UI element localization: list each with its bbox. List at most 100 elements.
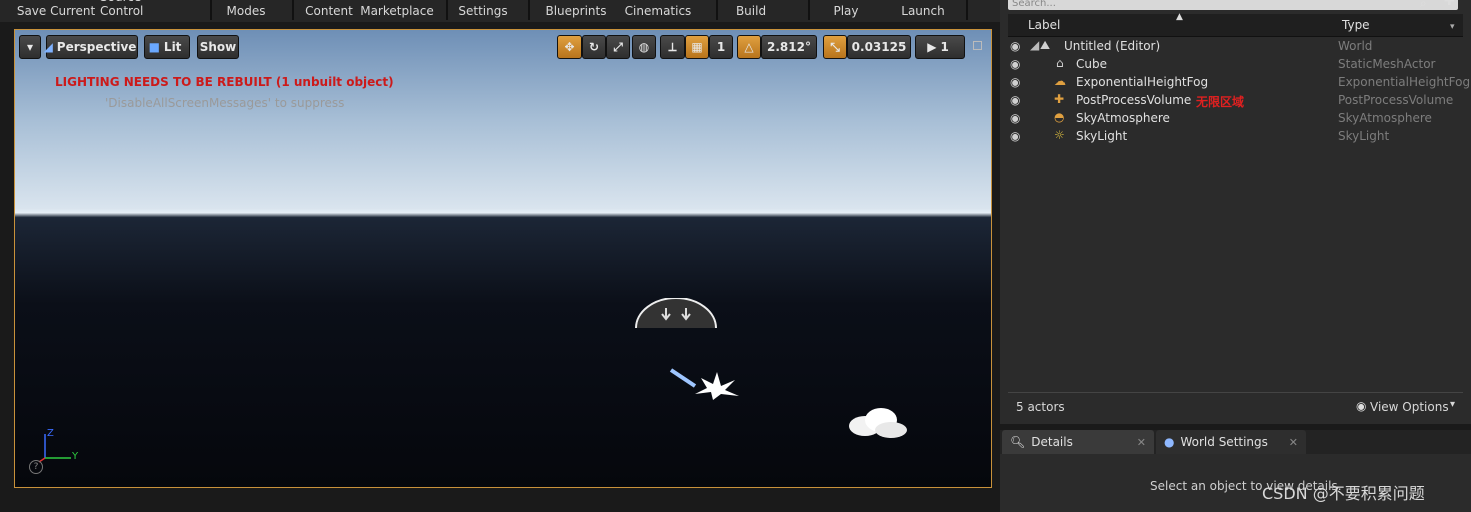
rotation-snap-value[interactable]: 2.812° [761,35,817,59]
globe-icon: ● [1164,435,1175,449]
scale-snap-value[interactable]: 0.03125 [847,35,911,59]
actor-label: PostProcessVolume [1076,93,1192,107]
maximize-viewport-icon[interactable] [973,41,982,50]
outliner-row[interactable]: ◉ ◓ SkyAtmosphere SkyAtmosphere [1008,109,1463,127]
help-icon[interactable]: ? [29,460,43,474]
content-button[interactable]: Content [300,0,358,20]
eye-icon[interactable]: ◉ [1010,129,1020,143]
postprocess-icon: ✚ [1054,92,1065,106]
outliner-row[interactable]: ◉ ✚ PostProcessVolume 无限区域 PostProcessVo… [1008,91,1463,109]
chevron-down-icon: ▾ [26,40,34,54]
rotate-icon: ↻ [588,40,600,54]
actor-type: World [1338,39,1373,53]
toolbar-separator [716,0,718,20]
grid-snap-value[interactable]: 1 [709,35,733,59]
play-button[interactable]: Play [820,0,872,20]
eye-icon[interactable]: ◉ [1010,93,1020,107]
actor-label: Cube [1076,57,1107,71]
axis-y-label: Y [72,451,79,462]
camera-speed-button[interactable]: ▶ 1 [915,35,965,59]
launch-button[interactable]: Launch [892,0,954,20]
rotate-mode-button[interactable]: ↻ [582,35,606,59]
skyatmosphere-sprite-icon[interactable] [633,298,719,330]
outliner-row[interactable]: ◉ ☁ ExponentialHeightFog ExponentialHeig… [1008,73,1470,91]
grid-snap-toggle[interactable]: ▦ [685,35,709,59]
close-icon[interactable]: ✕ [1289,436,1298,449]
actor-type: SkyLight [1338,129,1390,143]
outliner-row[interactable]: ◉ ◢ ⛰ Untitled (Editor) World [1008,37,1463,55]
static-mesh-icon: ⌂ [1056,56,1064,70]
suppress-hint: 'DisableAllScreenMessages' to suppress [105,96,345,110]
eye-icon[interactable]: ◉ [1010,75,1020,89]
actor-label: Untitled (Editor) [1064,39,1161,53]
type-column-header[interactable]: Type [1342,18,1370,32]
lit-label: Lit [163,40,182,54]
save-current-button[interactable]: Save Current [14,0,98,20]
label-column-header[interactable]: Label [1028,18,1060,32]
tab-details[interactable]: 🔍︎ Details ✕ [1002,430,1154,454]
outliner-footer: 5 actors ◉ View Options ▾ [1008,392,1463,421]
scale-mode-button[interactable]: ⤢ [606,35,630,59]
move-arrows-icon: ✥ [564,40,575,54]
settings-button[interactable]: Settings [452,0,514,20]
actor-label: ExponentialHeightFog [1076,75,1209,89]
axis-z-label: Z [47,428,54,439]
column-options-icon[interactable]: ▾ [1450,22,1455,32]
skylight-cloud-sprite-icon[interactable] [847,406,909,440]
details-magnifier-icon: 🔍︎ [1010,435,1026,449]
level-viewport[interactable]: ▾ ◢ Perspective ■ Lit Show ✥ ↻ ⤢ ◍ ⟂ ▦ 1… [14,29,992,488]
add-filter-icon[interactable]: ✚ [1444,0,1455,9]
actor-count: 5 actors [1016,400,1065,414]
outliner-row[interactable]: ◉ ⌂ Cube StaticMeshActor [1008,55,1463,73]
angle-icon: △ [744,40,754,54]
perspective-button[interactable]: ◢ Perspective [43,35,138,59]
sky-atmosphere-icon: ◓ [1054,110,1065,124]
eye-icon[interactable]: ◉ [1010,111,1020,125]
main-toolbar: Save Current Source Control Modes Conten… [0,0,1000,22]
search-icon[interactable]: ⌕ [1420,0,1427,11]
build-button[interactable]: Build [724,0,778,20]
fog-icon: ☁ [1054,74,1066,88]
toolbar-separator [292,0,294,20]
perspective-icon: ◢ [43,40,53,54]
toolbar-separator [808,0,810,20]
grid-snap-value-text: 1 [716,40,726,54]
surface-snap-icon: ⟂ [668,39,677,54]
world-outliner-panel: Search... ⌕ ✚ Label ▲ Type ▾ ◉ ◢ ⛰ Untit… [1000,0,1471,424]
view-options-button[interactable]: View Options [1370,400,1449,414]
source-control-button[interactable]: Source Control [100,0,188,20]
outliner-row[interactable]: ◉ ☼ SkyLight SkyLight [1008,127,1463,145]
close-icon[interactable]: ✕ [1137,436,1146,449]
camera-icon: ▶ [927,40,937,54]
scale-snap-value-text: 0.03125 [851,40,907,54]
view-options-eye-icon: ◉ [1356,399,1367,413]
actor-type: SkyAtmosphere [1338,111,1432,125]
skylight-icon: ☼ [1054,128,1065,142]
toolbar-separator [966,0,968,20]
lit-cube-icon: ■ [148,40,160,54]
eye-icon[interactable]: ◉ [1010,57,1020,71]
tab-world-settings[interactable]: ● World Settings ✕ [1156,430,1306,454]
globe-icon: ◍ [638,40,650,54]
rotation-snap-toggle[interactable]: △ [737,35,761,59]
chevron-down-icon: ▾ [1450,399,1456,410]
modes-button[interactable]: Modes [214,0,278,20]
cinematics-button[interactable]: Cinematics [620,0,696,20]
sort-ascending-icon: ▲ [1176,12,1183,22]
viewport-options-dropdown[interactable]: ▾ [19,35,41,59]
directional-light-sprite-icon[interactable] [665,366,745,402]
outliner-search-input[interactable]: Search... [1008,0,1458,10]
blueprints-button[interactable]: Blueprints [540,0,612,20]
coordinate-system-button[interactable]: ◍ [632,35,656,59]
scale-snap-toggle[interactable]: ⤡ [823,35,847,59]
view-mode-button[interactable]: ■ Lit [144,35,190,59]
eye-icon[interactable]: ◉ [1010,39,1020,53]
translate-mode-button[interactable]: ✥ [557,35,582,59]
marketplace-button[interactable]: Marketplace [360,0,434,20]
show-label: Show [199,40,237,54]
annotation-label: 无限区域 [1196,95,1245,109]
expand-arrow-icon[interactable]: ◢ [1030,38,1039,52]
actor-type: PostProcessVolume [1338,93,1454,107]
surface-snapping-button[interactable]: ⟂ [660,35,685,59]
show-button[interactable]: Show [197,35,239,59]
